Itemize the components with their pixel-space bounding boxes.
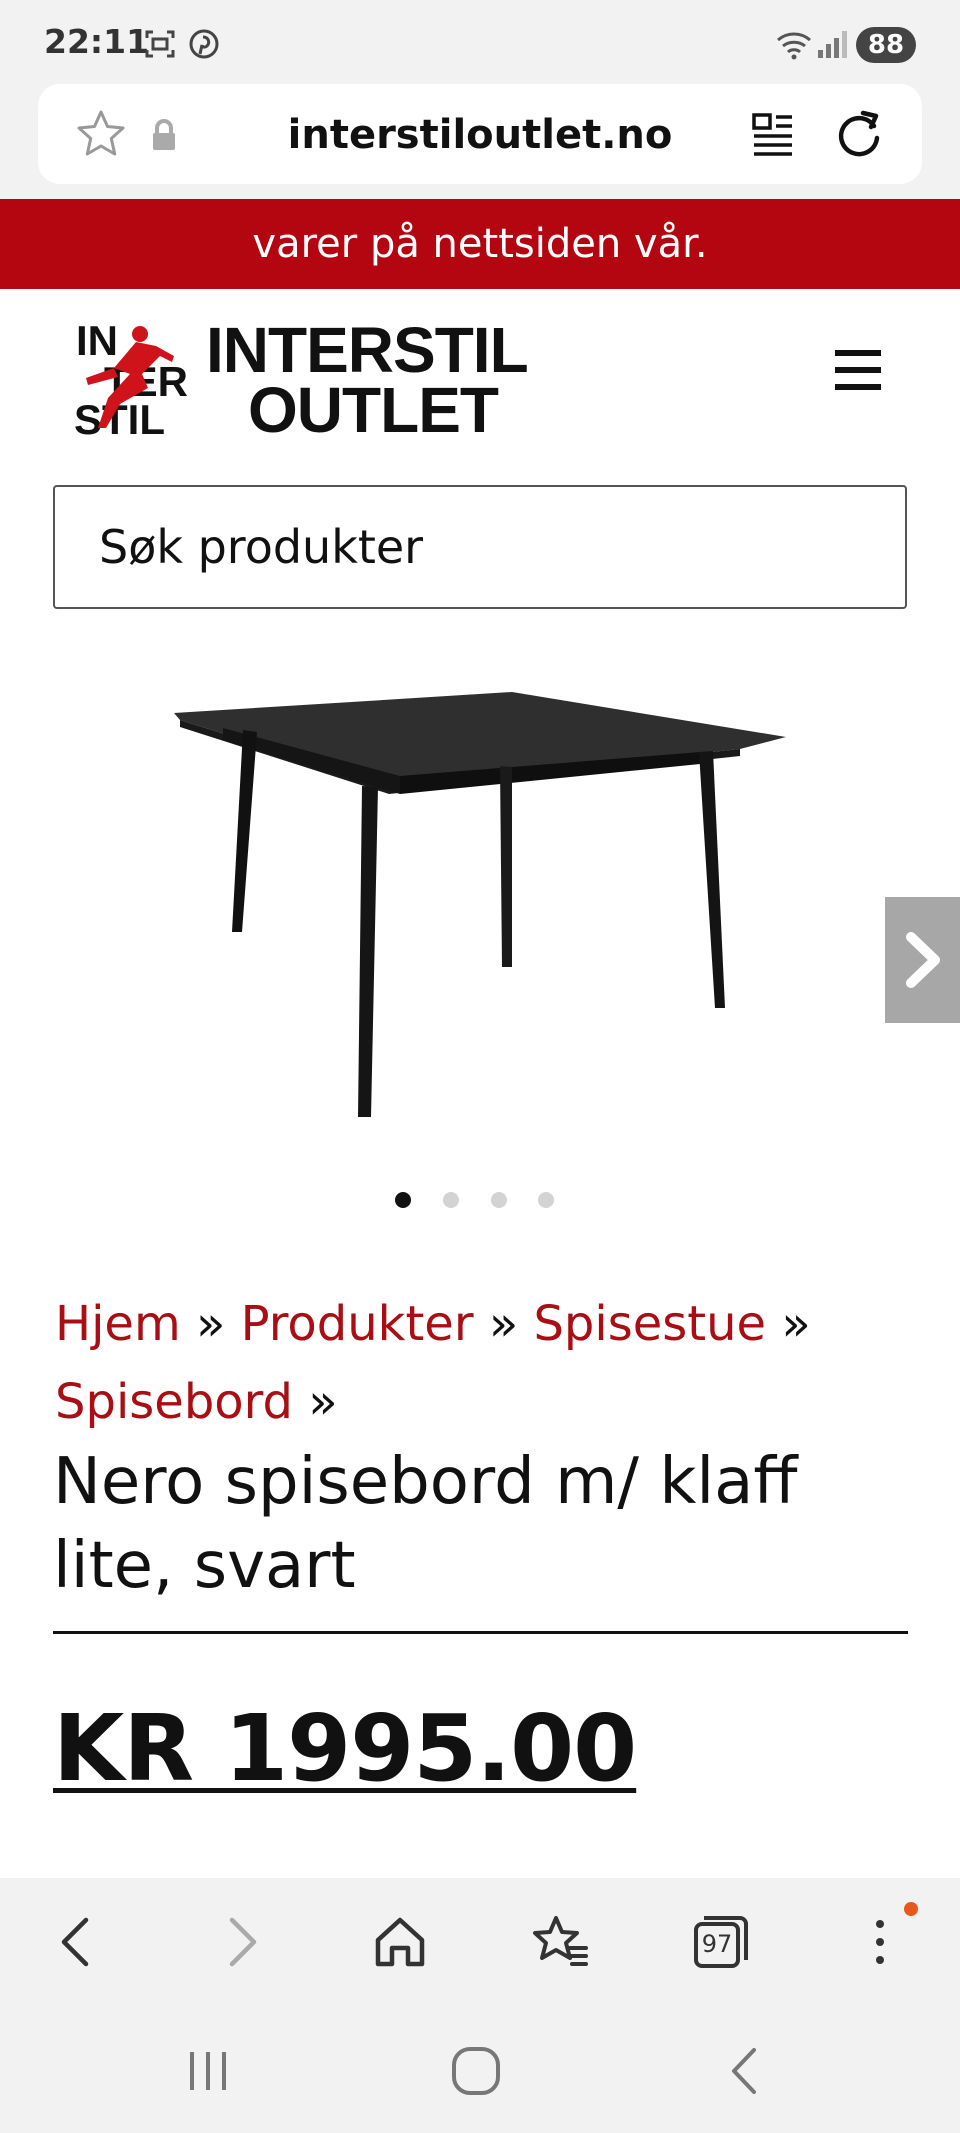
system-nav-bar [0, 2004, 960, 2133]
breadcrumb-separator: » [308, 1374, 338, 1430]
logo-brand-bottom: OUTLET [248, 374, 499, 438]
product-image[interactable] [150, 680, 800, 1240]
more-options-icon[interactable] [848, 1910, 912, 1974]
search-input[interactable] [53, 485, 907, 609]
gallery-dot-4[interactable] [538, 1192, 554, 1208]
bookmarks-icon[interactable] [528, 1910, 592, 1974]
gallery-dot-1[interactable] [395, 1192, 411, 1208]
browser-url-area: interstiloutlet.no [0, 84, 960, 199]
breadcrumb-produkter[interactable]: Produkter [241, 1296, 474, 1352]
address-bar[interactable]: interstiloutlet.no [38, 84, 922, 184]
tabs-button[interactable]: 97 [688, 1910, 752, 1974]
logo-mark-line-1: IN [76, 317, 118, 364]
breadcrumb-separator: » [488, 1296, 519, 1352]
table-illustration [174, 692, 786, 1117]
status-bar: 22:11 88 [0, 0, 960, 84]
screenshot-icon [145, 30, 175, 58]
site-logo[interactable]: IN TER STIL INTERSTIL OUTLET [52, 312, 542, 438]
wifi-icon [777, 32, 811, 60]
tabs-count: 97 [701, 1930, 733, 1958]
product-title: Nero spisebord m/ klaff lite, svart [53, 1445, 798, 1603]
reader-mode-icon[interactable] [752, 112, 794, 156]
menu-hamburger-icon[interactable] [835, 350, 881, 390]
home-circle-icon[interactable] [446, 2046, 506, 2096]
breadcrumb-separator: » [781, 1296, 811, 1352]
breadcrumb-separator: » [195, 1296, 226, 1352]
gallery-dot-2[interactable] [443, 1192, 459, 1208]
recent-apps-icon[interactable] [178, 2046, 238, 2096]
home-icon[interactable] [368, 1910, 432, 1974]
browser-toolbar: 97 [0, 1878, 960, 2004]
gallery-next-arrow-icon[interactable] [885, 897, 960, 1023]
breadcrumb-spisestue[interactable]: Spisestue [533, 1296, 766, 1352]
breadcrumb-home[interactable]: Hjem [55, 1296, 181, 1352]
notification-dot [904, 1902, 918, 1916]
signal-icon [818, 31, 847, 58]
battery-indicator: 88 [856, 27, 916, 63]
pinterest-icon [189, 29, 219, 59]
status-time: 22:11 [44, 22, 150, 61]
system-back-icon[interactable] [716, 2046, 776, 2096]
gallery-dot-3[interactable] [491, 1192, 507, 1208]
announcement-banner: varer på nettsiden vår. [0, 199, 960, 289]
breadcrumb-spisebord[interactable]: Spisebord [55, 1374, 293, 1430]
product-price: KR 1995.00 [53, 1695, 637, 1802]
title-divider [53, 1631, 908, 1634]
reload-icon[interactable] [834, 108, 886, 160]
back-arrow-icon[interactable] [46, 1910, 110, 1974]
breadcrumb: Hjem » Produkter » Spisestue » Spisebord… [55, 1285, 915, 1441]
forward-arrow-icon[interactable] [208, 1910, 272, 1974]
